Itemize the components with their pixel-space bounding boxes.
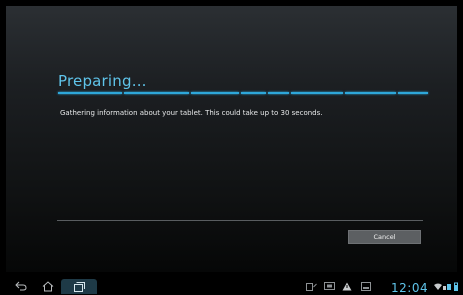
recent-apps-icon[interactable] — [61, 279, 97, 294]
progress-segment — [124, 92, 189, 94]
storage-icon[interactable] — [305, 281, 317, 291]
dialog-message: Gathering information about your tablet.… — [60, 109, 323, 117]
warning-icon[interactable] — [341, 281, 353, 291]
progress-segment — [241, 92, 266, 94]
progress-segment — [190, 92, 240, 94]
progress-segment — [398, 92, 428, 94]
battery-icon — [453, 281, 459, 291]
status-clock: 12:04 — [391, 281, 429, 295]
progress-segment — [267, 92, 290, 94]
progress-segment — [344, 92, 397, 94]
home-icon[interactable] — [41, 280, 55, 292]
progress-indicator — [58, 92, 428, 95]
wifi-icon — [434, 281, 442, 291]
dialog-divider — [57, 220, 423, 221]
signal-icon — [443, 281, 452, 291]
progress-segment — [291, 92, 343, 94]
back-icon[interactable] — [14, 280, 28, 292]
screenshot-icon[interactable] — [323, 281, 335, 291]
download-icon[interactable] — [360, 281, 372, 291]
progress-segment — [58, 92, 123, 94]
cancel-button[interactable]: Cancel — [348, 230, 421, 244]
dialog-title: Preparing... — [58, 72, 147, 90]
